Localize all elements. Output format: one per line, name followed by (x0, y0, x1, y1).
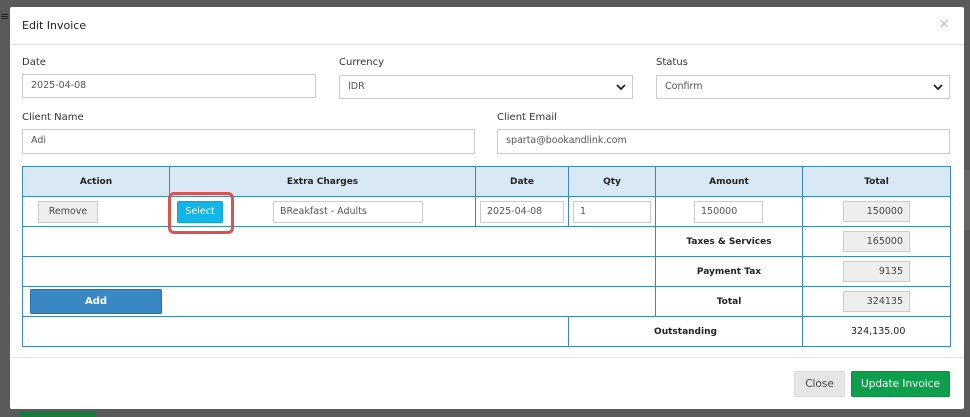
extra-charge-input[interactable]: BReakfast - Adults (273, 201, 423, 223)
add-button[interactable]: Add (30, 289, 162, 314)
status-value: Confirm (665, 81, 703, 92)
close-icon[interactable]: × (938, 16, 950, 32)
status-select[interactable]: Confirm (656, 75, 950, 99)
outstanding-value: 324,135.00 (851, 326, 906, 337)
client-name-field[interactable]: Adi (22, 129, 475, 154)
client-email-label: Client Email (497, 112, 557, 123)
payment-tax-value: 9135 (843, 261, 910, 282)
select-button[interactable]: Select (177, 201, 223, 223)
payment-tax-row: Payment Tax 9135 (22, 256, 951, 287)
currency-value: IDR (348, 81, 365, 92)
total-cell: 150000 (802, 196, 951, 227)
status-label: Status (656, 57, 688, 68)
column-header: Total (802, 166, 951, 197)
extra-charges-cell: Select BReakfast - Adults (168, 192, 476, 234)
amount-cell: 150000 (655, 196, 803, 227)
modal-footer: Close Update Invoice (10, 357, 964, 409)
column-header: Extra Charges (169, 166, 476, 197)
date-label: Date (22, 57, 46, 68)
column-header: Action (22, 166, 170, 197)
column-header: Qty (568, 166, 656, 197)
qty-cell: 1 (568, 196, 656, 227)
date-field[interactable]: 2025-04-08 (22, 74, 316, 98)
column-header: Amount (655, 166, 803, 197)
taxes-value: 165000 (843, 231, 910, 252)
charges-table: Action Extra Charges Date Qty Amount Tot… (22, 166, 951, 347)
taxes-label: Taxes & Services (655, 226, 803, 257)
qty-input[interactable]: 1 (573, 201, 651, 223)
total-row: Add Total 324135 (22, 286, 951, 317)
payment-tax-label: Payment Tax (655, 256, 803, 287)
client-email-field[interactable]: sparta@bookandlink.com (497, 129, 950, 154)
background-button (20, 411, 96, 417)
total-value: 324135 (843, 291, 910, 312)
close-button[interactable]: Close (794, 371, 845, 397)
update-invoice-button[interactable]: Update Invoice (851, 371, 950, 397)
table-row: Remove Select BReakfast - Adults 2025-04… (22, 192, 951, 234)
table-header-row: Action Extra Charges Date Qty Amount Tot… (22, 166, 951, 197)
total-label: Total (655, 286, 803, 317)
chevron-down-icon (933, 84, 943, 91)
client-name-label: Client Name (22, 112, 84, 123)
currency-label: Currency (339, 57, 385, 68)
modal-title: Edit Invoice (22, 19, 87, 32)
outstanding-label: Outstanding (568, 316, 803, 347)
column-header: Date (475, 166, 569, 197)
row-date-input[interactable]: 2025-04-08 (480, 201, 564, 223)
action-cell: Remove (22, 196, 170, 227)
amount-input[interactable]: 150000 (694, 201, 763, 223)
edit-invoice-modal: Edit Invoice × Date 2025-04-08 Currency … (10, 7, 964, 409)
taxes-row: Taxes & Services 165000 (22, 226, 951, 257)
row-total-value: 150000 (843, 201, 910, 222)
chevron-down-icon (616, 84, 626, 91)
date-cell: 2025-04-08 (475, 196, 569, 227)
remove-button[interactable]: Remove (38, 201, 98, 223)
outstanding-row: Outstanding 324,135.00 (22, 316, 951, 347)
modal-header: Edit Invoice × (10, 7, 964, 45)
menu-icon[interactable]: ≡ (0, 10, 9, 23)
currency-select[interactable]: IDR (339, 75, 633, 99)
